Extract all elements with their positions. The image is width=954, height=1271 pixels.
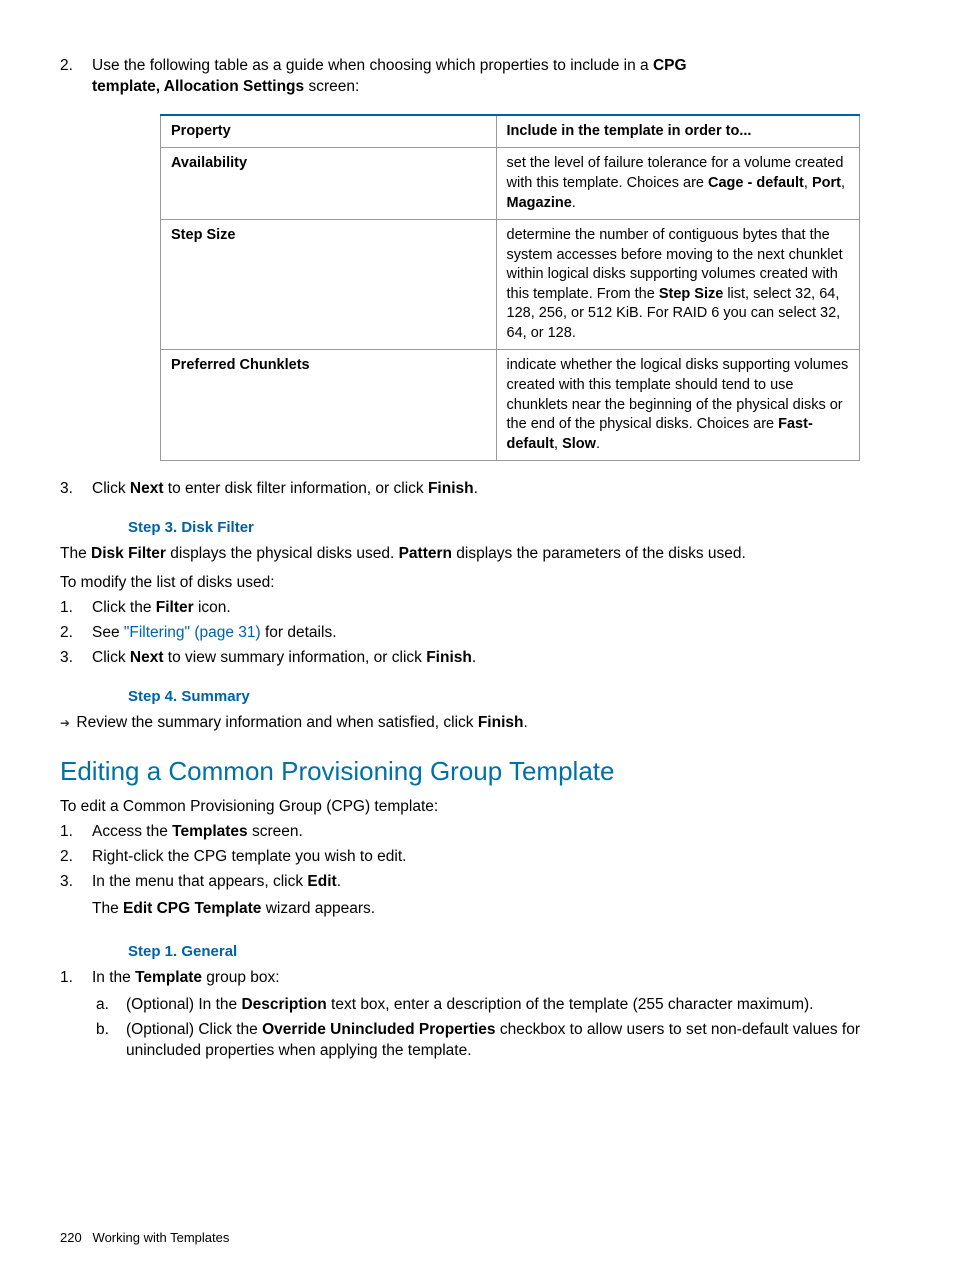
step2-text: Use the following table as a guide when … (92, 56, 687, 98)
page-number: 220 (60, 1230, 82, 1245)
step3-mod-list: 1. Click the Filter icon. 2. See "Filter… (60, 598, 862, 669)
step2-list: 2. Use the following table as a guide wh… (60, 56, 862, 98)
list-item: 1. Click the Filter icon. (60, 598, 862, 619)
table-row: Preferred Chunklets indicate whether the… (161, 350, 860, 461)
step3-continue-list: 3. Click Next to enter disk filter infor… (60, 479, 862, 500)
list-number: 1. (60, 822, 92, 843)
step1-list: 1. In the Template group box: a. (Option… (60, 968, 862, 1066)
property-cell: Preferred Chunklets (161, 350, 497, 461)
edit-list: 1. Access the Templates screen. 2. Right… (60, 822, 862, 920)
list-item: 3. Click Next to view summary informatio… (60, 648, 862, 669)
description-cell: indicate whether the logical disks suppo… (496, 350, 859, 461)
step4-heading: Step 4. Summary (128, 687, 862, 707)
description-cell: determine the number of contiguous bytes… (496, 220, 859, 350)
list-number: 1. (60, 598, 92, 619)
footer-title: Working with Templates (93, 1230, 230, 1245)
list-number: 1. (60, 968, 92, 1066)
properties-table: Property Include in the template in orde… (160, 114, 860, 461)
table-header-row: Property Include in the template in orde… (161, 115, 860, 148)
list-item: 3. Click Next to enter disk filter infor… (60, 479, 862, 500)
edit-intro: To edit a Common Provisioning Group (CPG… (60, 797, 862, 818)
header-property: Property (161, 115, 497, 148)
list-item: 1. Access the Templates screen. (60, 822, 862, 843)
list-number: 3. (60, 872, 92, 920)
sublist-letter: b. (96, 1020, 126, 1062)
sublist-letter: a. (96, 995, 126, 1016)
description-cell: set the level of failure tolerance for a… (496, 148, 859, 220)
page-footer: 220 Working with Templates (60, 1229, 229, 1247)
sublist-item: a. (Optional) In the Description text bo… (96, 995, 862, 1016)
step1-sublist: a. (Optional) In the Description text bo… (96, 995, 862, 1062)
page-content: 2. Use the following table as a guide wh… (0, 0, 954, 1066)
header-include: Include in the template in order to... (496, 115, 859, 148)
editing-cpg-template-heading: Editing a Common Provisioning Group Temp… (60, 754, 862, 789)
list-number: 3. (60, 479, 92, 500)
filtering-link[interactable]: "Filtering" (page 31) (124, 624, 261, 641)
list-number: 2. (60, 623, 92, 644)
list-item: 3. In the menu that appears, click Edit.… (60, 872, 862, 920)
step3-paragraph-1: The Disk Filter displays the physical di… (60, 544, 862, 565)
list-item: 1. In the Template group box: a. (Option… (60, 968, 862, 1066)
list-number: 2. (60, 847, 92, 868)
property-cell: Step Size (161, 220, 497, 350)
property-cell: Availability (161, 148, 497, 220)
table-row: Availability set the level of failure to… (161, 148, 860, 220)
list-item: 2. See "Filtering" (page 31) for details… (60, 623, 862, 644)
list-number: 2. (60, 56, 92, 98)
step2-item: 2. Use the following table as a guide wh… (60, 56, 862, 98)
list-item: 2. Right-click the CPG template you wish… (60, 847, 862, 868)
step3-heading: Step 3. Disk Filter (128, 518, 862, 538)
step3-paragraph-2: To modify the list of disks used: (60, 573, 862, 594)
list-number: 3. (60, 648, 92, 669)
step1-heading: Step 1. General (128, 942, 862, 962)
step3-item-text: Click Next to enter disk filter informat… (92, 479, 478, 500)
step4-bullet: Review the summary information and when … (60, 713, 862, 734)
table-row: Step Size determine the number of contig… (161, 220, 860, 350)
sublist-item: b. (Optional) Click the Override Uninclu… (96, 1020, 862, 1062)
